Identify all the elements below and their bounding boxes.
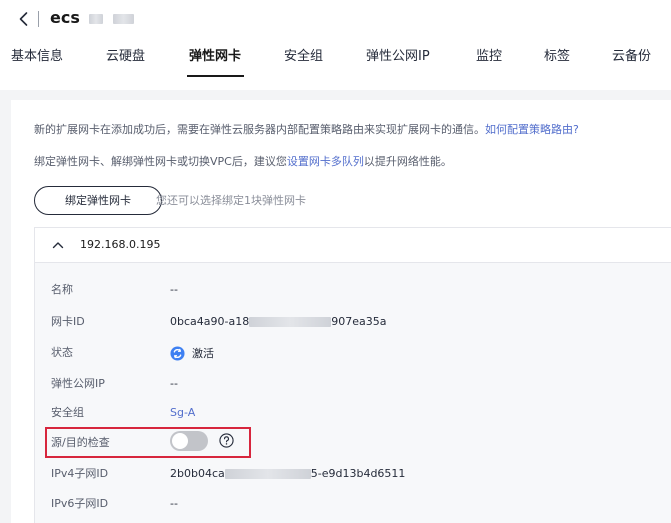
nic-multiqueue-link[interactable]: 设置网卡多队列	[287, 155, 364, 168]
status-active-icon	[170, 345, 185, 361]
policy-route-help-link[interactable]: 如何配置策略路由?	[485, 123, 579, 136]
masked-title-segment	[113, 13, 135, 24]
masked-id-segment	[224, 469, 311, 479]
src-dst-check-toggle[interactable]	[170, 431, 208, 451]
active-tab-indicator	[187, 75, 244, 77]
tab-eip[interactable]: 弹性公网IP	[366, 48, 430, 66]
page-title: ecs	[50, 7, 135, 29]
tab-cloud-disk[interactable]: 云硬盘	[106, 48, 145, 66]
notice-line-1: 新的扩展网卡在添加成功后，需要在弹性云服务器内部配置策略路由来实现扩展网卡的通信…	[34, 122, 579, 138]
security-group-label: 安全组	[51, 406, 84, 419]
bind-hint-text: 您还可以选择绑定1块弹性网卡	[156, 194, 306, 207]
nic-id-value: 0bca4a90-a18 907ea35a	[170, 314, 386, 330]
nic-id-label: 网卡ID	[51, 315, 85, 328]
name-value: --	[170, 283, 178, 296]
tab-basic-info[interactable]: 基本信息	[11, 48, 63, 66]
nic-id-suffix: 907ea35a	[331, 315, 387, 328]
eip-label: 弹性公网IP	[51, 377, 105, 390]
tab-security-group[interactable]: 安全组	[284, 48, 323, 66]
nic-collapse-header[interactable]: 192.168.0.195	[35, 228, 671, 263]
tab-cloud-backup[interactable]: 云备份	[612, 48, 651, 66]
status-label: 状态	[51, 346, 73, 359]
notice-line-1-text: 新的扩展网卡在添加成功后，需要在弹性云服务器内部配置策略路由来实现扩展网卡的通信…	[34, 123, 485, 136]
status-text: 激活	[192, 347, 214, 360]
security-group-link[interactable]: Sg-A	[170, 405, 195, 421]
ipv4-subnet-value: 2b0b04ca 5-e9d13b4d6511	[170, 466, 405, 482]
nic-content-card: 新的扩展网卡在添加成功后，需要在弹性云服务器内部配置策略路由来实现扩展网卡的通信…	[11, 100, 671, 523]
bind-nic-button[interactable]: 绑定弹性网卡	[34, 186, 162, 215]
nic-detail-panel: 192.168.0.195 名称 -- 网卡ID 0bca4a90-a18 907…	[34, 227, 671, 523]
notice-line-2: 绑定弹性网卡、解绑弹性网卡或切换VPC后，建议您设置网卡多队列以提升网络性能。	[34, 154, 452, 170]
nic-id-prefix: 0bca4a90-a18	[170, 315, 250, 328]
chevron-up-icon[interactable]	[52, 240, 64, 250]
title-divider	[38, 11, 39, 27]
tab-elastic-nic[interactable]: 弹性网卡	[189, 48, 241, 66]
tab-monitoring[interactable]: 监控	[476, 48, 502, 66]
help-icon[interactable]	[219, 433, 234, 448]
notice-line-2-prefix: 绑定弹性网卡、解绑弹性网卡或切换VPC后，建议您	[34, 155, 287, 168]
tab-tags[interactable]: 标签	[544, 48, 570, 66]
name-label: 名称	[51, 283, 73, 296]
tab-bar: 基本信息 云硬盘 弹性网卡 安全组 弹性公网IP 监控 标签 云备份	[0, 40, 671, 82]
eip-value: --	[170, 377, 178, 390]
masked-title-segment	[89, 13, 104, 24]
status-value: 激活	[170, 345, 214, 362]
page-title-text: ecs	[50, 8, 80, 27]
ipv4-subnet-suffix: 5-e9d13b4d6511	[310, 467, 406, 480]
ipv6-subnet-value: --	[170, 497, 178, 510]
ipv6-subnet-label: IPv6子网ID	[51, 497, 109, 510]
toggle-knob	[172, 433, 188, 449]
masked-id-segment	[249, 317, 332, 327]
page-header: ecs 基本信息 云硬盘 弹性网卡 安全组 弹性公网IP 监控 标签 云备份	[0, 0, 671, 90]
ipv4-subnet-label: IPv4子网ID	[51, 467, 109, 480]
ipv4-subnet-prefix: 2b0b04ca	[170, 467, 225, 480]
nic-ip-address: 192.168.0.195	[80, 238, 161, 251]
notice-line-2-suffix: 以提升网络性能。	[363, 155, 452, 168]
chevron-left-icon[interactable]	[14, 9, 34, 29]
